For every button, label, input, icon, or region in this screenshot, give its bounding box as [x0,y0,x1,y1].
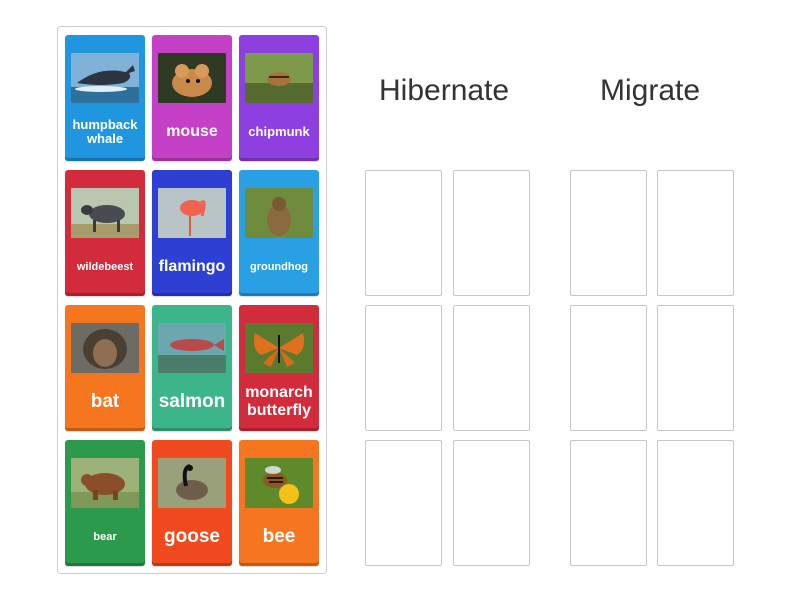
card-label: bat [90,390,120,412]
card-label: bee [262,525,296,547]
card-chipmunk[interactable]: chipmunk [239,35,319,161]
butterfly-icon [245,323,313,373]
chipmunk-icon [245,53,313,103]
card-groundhog[interactable]: groundhog [239,170,319,296]
group-heading-migrate: Migrate [600,74,701,107]
card-tray: humpback whale mouse chipmunk wildebeest fla… [57,26,327,574]
migrate-drop-slot[interactable] [657,440,734,566]
card-label: goose [164,525,220,547]
hibernate-drop-slot[interactable] [365,305,442,431]
group-heading-hibernate: Hibernate [379,74,510,107]
card-goose[interactable]: goose [152,440,232,566]
card-label: salmon [158,390,226,412]
goose-icon [158,458,226,508]
card-salmon[interactable]: salmon [152,305,232,431]
salmon-icon [158,323,226,373]
card-label: chipmunk [248,123,310,139]
hibernate-drop-slot[interactable] [365,170,442,296]
card-humpback-whale[interactable]: humpback whale [65,35,145,161]
migrate-drop-slot[interactable] [570,305,647,431]
card-label: flamingo [158,258,226,276]
hibernate-drop-slot[interactable] [453,170,530,296]
card-label: mouse [166,123,218,141]
groundhog-icon [245,188,313,238]
card-label: monarch butterfly [245,384,313,419]
card-monarch-butterfly[interactable]: monarch butterfly [239,305,319,431]
flamingo-icon [158,188,226,238]
hibernate-drop-slot[interactable] [453,440,530,566]
card-wildebeest[interactable]: wildebeest [65,170,145,296]
bee-icon [245,458,313,508]
bear-icon [71,458,139,508]
card-label: humpback whale [72,116,138,146]
card-label: wildebeest [76,260,134,273]
migrate-drop-slot[interactable] [570,440,647,566]
wildebeest-icon [71,188,139,238]
card-bat[interactable]: bat [65,305,145,431]
bat-icon [71,323,139,373]
card-flamingo[interactable]: flamingo [152,170,232,296]
card-label: bear [93,530,117,543]
whale-icon [71,53,139,103]
mouse-icon [158,53,226,103]
hibernate-drop-slot[interactable] [453,305,530,431]
migrate-drop-slot[interactable] [657,305,734,431]
migrate-drop-slot[interactable] [657,170,734,296]
migrate-drop-slot[interactable] [570,170,647,296]
card-bear[interactable]: bear [65,440,145,566]
card-mouse[interactable]: mouse [152,35,232,161]
card-label: groundhog [249,260,309,273]
card-bee[interactable]: bee [239,440,319,566]
hibernate-drop-slot[interactable] [365,440,442,566]
